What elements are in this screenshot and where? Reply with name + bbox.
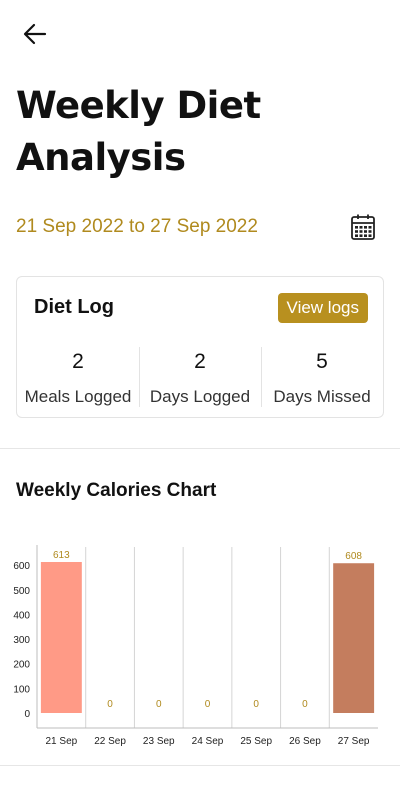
bar-value-label: 0	[107, 699, 113, 710]
calendar-icon	[351, 214, 375, 240]
y-tick-label: 400	[13, 610, 30, 621]
x-tick-label: 23 Sep	[143, 736, 175, 747]
section-divider	[0, 448, 400, 449]
arrow-left-icon	[23, 23, 47, 45]
bar-value-label: 613	[53, 550, 70, 561]
stat-days-missed: 5 Days Missed	[261, 347, 383, 407]
x-tick-label: 26 Sep	[289, 736, 321, 747]
stat-label: Days Missed	[273, 387, 371, 406]
bar-value-label: 0	[253, 699, 259, 710]
page-title: Weekly Diet Analysis	[16, 84, 261, 179]
view-logs-button[interactable]: View logs	[277, 293, 368, 323]
y-tick-label: 100	[13, 684, 30, 695]
y-tick-label: 0	[24, 709, 30, 720]
diet-log-card: Diet Log View logs 2 Meals Logged 2 Days…	[16, 276, 384, 418]
y-tick-label: 200	[13, 660, 30, 671]
diet-stats: 2 Meals Logged 2 Days Logged 5 Days Miss…	[17, 347, 383, 407]
bar	[40, 562, 82, 713]
bar-value-label: 0	[302, 699, 308, 710]
stat-meals-logged: 2 Meals Logged	[17, 347, 139, 407]
x-tick-label: 22 Sep	[94, 736, 126, 747]
stat-value: 5	[316, 350, 328, 373]
bar	[333, 563, 375, 713]
x-tick-label: 21 Sep	[46, 736, 78, 747]
stat-value: 2	[194, 350, 206, 373]
date-range: 21 Sep 2022 to 27 Sep 2022	[16, 216, 258, 237]
x-tick-label: 24 Sep	[192, 736, 224, 747]
back-button[interactable]	[20, 20, 50, 48]
chart-title: Weekly Calories Chart	[16, 480, 217, 501]
bar-value-label: 608	[345, 551, 362, 562]
weekly-calories-chart: 0 100 200 300 400 500 600 613 21 Sep 0 22 Sep 0 23 S…	[13, 545, 378, 747]
x-tick-label: 27 Sep	[338, 736, 370, 747]
y-tick-label: 500	[13, 586, 30, 597]
stat-label: Meals Logged	[24, 387, 132, 406]
stat-label: Days Logged	[149, 387, 251, 406]
calendar-button[interactable]	[350, 213, 376, 241]
diet-log-title: Diet Log	[34, 296, 114, 318]
stat-value: 2	[72, 350, 84, 373]
y-tick-label: 600	[13, 561, 30, 572]
bar-value-label: 0	[205, 699, 211, 710]
stat-days-logged: 2 Days Logged	[139, 347, 261, 407]
x-tick-label: 25 Sep	[240, 736, 272, 747]
bar-value-label: 0	[156, 699, 162, 710]
section-divider	[0, 765, 400, 766]
y-tick-label: 300	[13, 635, 30, 646]
